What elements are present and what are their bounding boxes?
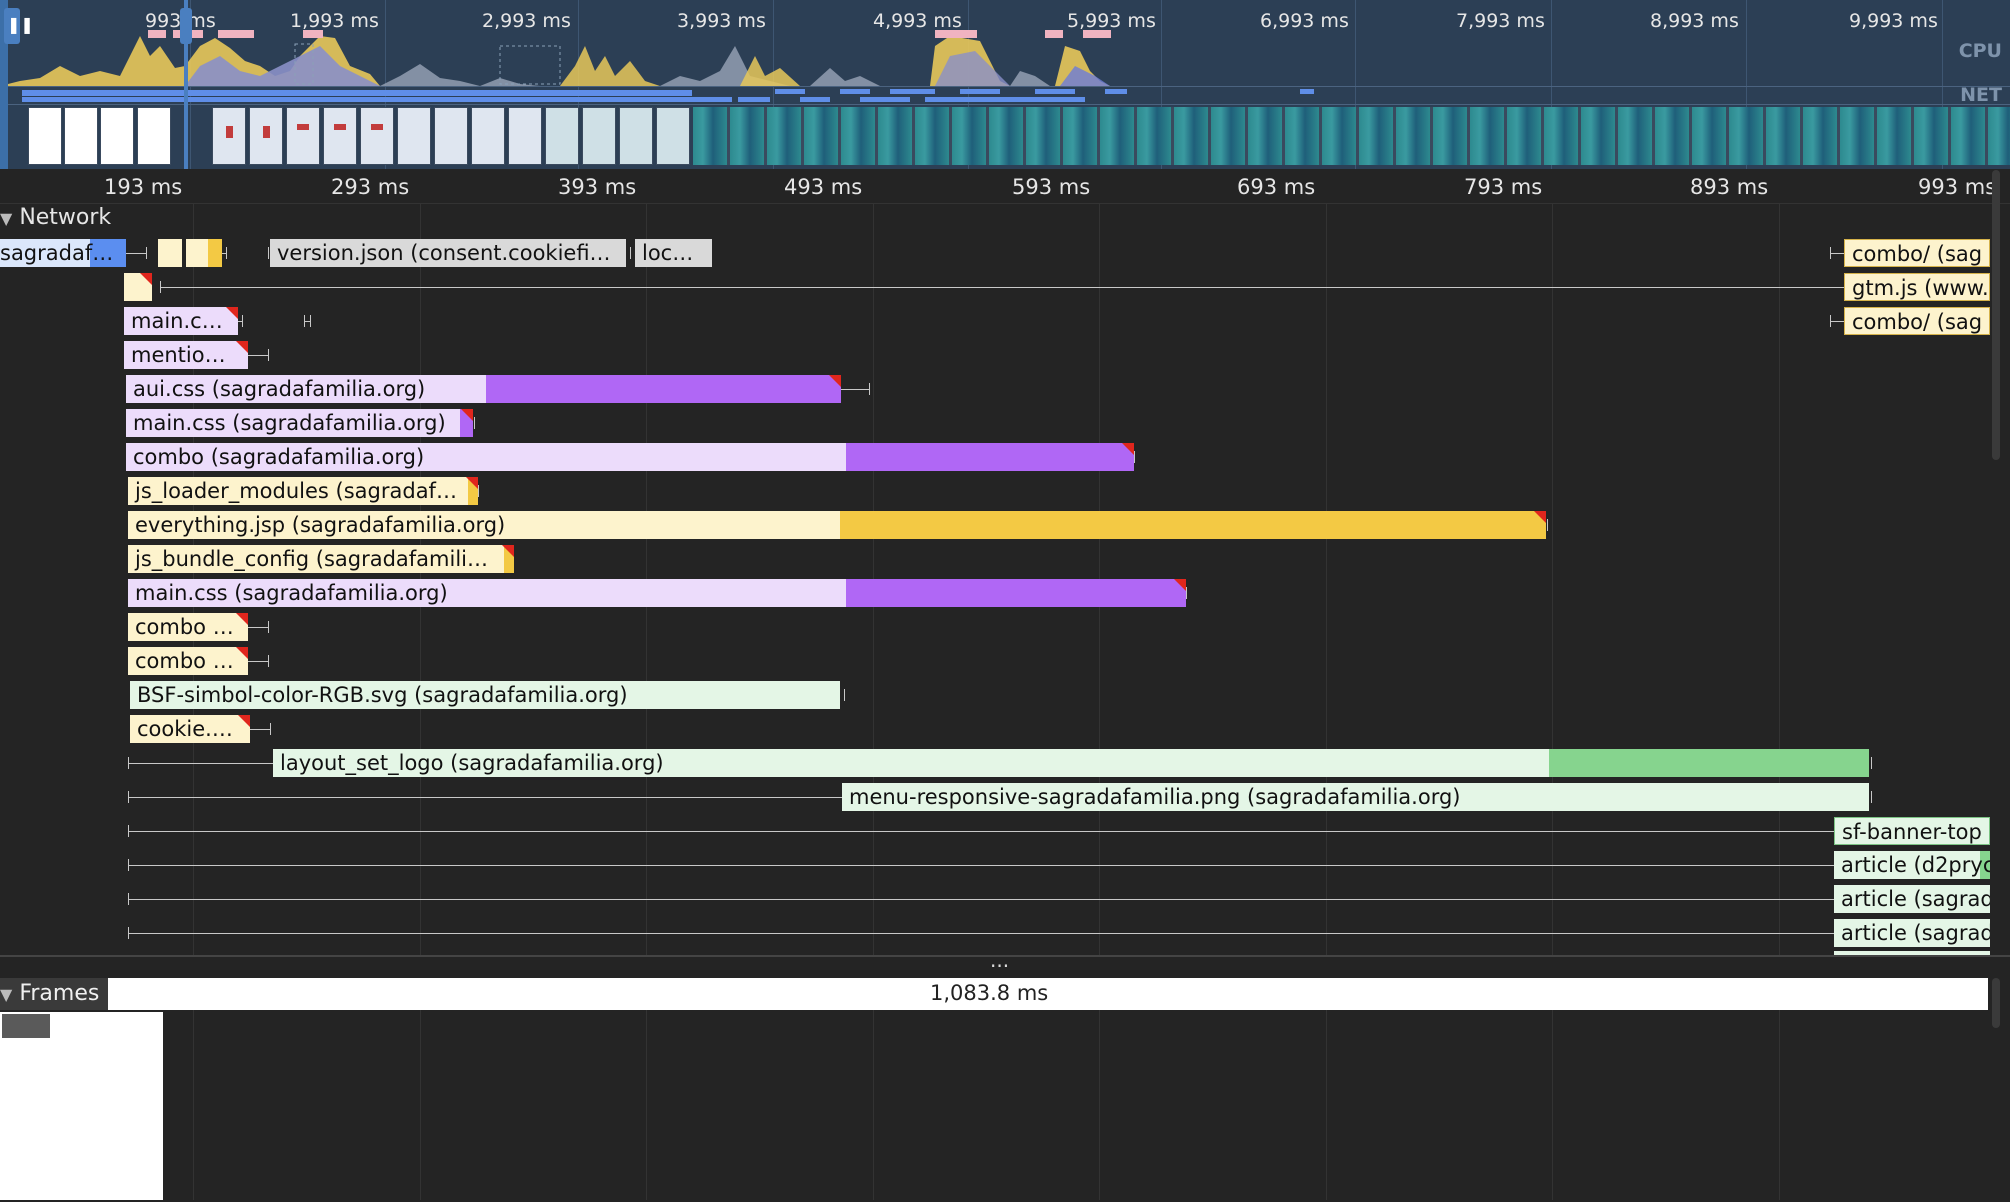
ruler-label: 393 ms (558, 175, 637, 199)
filmstrip-frame[interactable] (64, 107, 98, 165)
selection-right-handle[interactable] (180, 8, 192, 44)
filmstrip-frame[interactable] (508, 107, 542, 165)
network-track-title: Network (19, 205, 112, 230)
network-request-bar[interactable]: layout_set_logo (sagradafamilia.org) (273, 749, 1869, 777)
filmstrip-frame[interactable] (397, 107, 431, 165)
ruler-label: 193 ms (104, 175, 183, 199)
network-request-bar[interactable]: combo/ (sag (1844, 307, 1990, 335)
grid-line (1099, 1010, 1100, 1200)
filmstrip-frame[interactable] (100, 107, 134, 165)
filmstrip-frame[interactable] (137, 107, 171, 165)
pause-icon: ❚❚ (7, 15, 34, 34)
filmstrip-frame[interactable] (656, 107, 690, 165)
filmstrip-frame[interactable] (545, 107, 579, 165)
network-request-bar[interactable]: loc… (635, 239, 712, 267)
net-activity-bar (22, 90, 692, 96)
frames-track-title: Frames (19, 981, 100, 1006)
frame-duration-label: 1,083.8 ms (930, 981, 1049, 1005)
ruler-label: 293 ms (331, 175, 410, 199)
grid-line (1552, 1010, 1553, 1200)
network-request-bar[interactable]: aui.css (sagradafamilia.org) (126, 375, 841, 403)
grid-line (873, 1010, 874, 1200)
network-request-bar[interactable]: main.c… (124, 307, 238, 335)
network-request-bar[interactable]: combo … (128, 647, 248, 675)
grid-line (1326, 203, 1327, 955)
screenshot-filmstrip[interactable] (0, 105, 2010, 169)
ruler-label: 793 ms (1464, 175, 1543, 199)
network-request-bar[interactable]: js_loader_modules (sagradaf… (128, 477, 478, 505)
network-scrollbar[interactable] (1992, 170, 2000, 460)
selection-left-handle[interactable]: ❚❚ (4, 8, 34, 44)
network-request-bar[interactable]: article (d2pryc (1834, 851, 1990, 879)
frames-scrollbar[interactable] (1992, 978, 2000, 1028)
grid-line (1326, 1010, 1327, 1200)
network-request-bar[interactable]: BSF-simbol-color-RGB.svg (sagradafamilia… (130, 681, 840, 709)
time-ruler: 193 ms 293 ms 393 ms 493 ms 593 ms 693 m… (0, 169, 2010, 204)
network-request-bar[interactable]: combo (sagradafamilia.org) (126, 443, 1134, 471)
frames-track-header[interactable]: ▼ Frames (0, 978, 108, 1010)
grid-line (1779, 203, 1780, 955)
network-request-bar[interactable]: article (sagrad (1834, 919, 1990, 947)
grid-line (193, 1010, 194, 1200)
filmstrip-frame[interactable] (323, 107, 357, 165)
filmstrip-frames[interactable] (693, 107, 2010, 165)
filmstrip-frame[interactable] (582, 107, 616, 165)
filmstrip-frame[interactable] (360, 107, 394, 165)
network-request-bar[interactable]: version.json (consent.cookiefi… (270, 239, 626, 267)
timeline-overview[interactable]: 993 ms 1,993 ms 2,993 ms 3,993 ms 4,993 … (0, 0, 2010, 169)
network-request-bar[interactable] (158, 239, 182, 267)
grid-line (1552, 203, 1553, 955)
cpu-label: CPU (1958, 40, 2002, 62)
network-request-bar[interactable]: sf-banner-top (1834, 817, 1990, 845)
ruler-label: 493 ms (784, 175, 863, 199)
collapse-triangle-icon[interactable]: ▼ (0, 209, 12, 228)
network-request-bar[interactable] (124, 273, 152, 301)
network-request-bar[interactable]: main.css (sagradafamilia.org) (126, 409, 473, 437)
grid-line (646, 1010, 647, 1200)
filmstrip-frame[interactable] (249, 107, 283, 165)
network-request-bar[interactable]: gtm.js (www. (1844, 273, 1990, 301)
filmstrip-frame[interactable] (434, 107, 468, 165)
grid-line (1779, 1010, 1780, 1200)
filmstrip-frame[interactable] (471, 107, 505, 165)
ruler-label: 693 ms (1237, 175, 1316, 199)
frame-marker[interactable] (2, 1014, 50, 1038)
filmstrip-frame[interactable] (28, 107, 62, 165)
network-request-bar[interactable]: main.css (sagradafamilia.org) (128, 579, 1186, 607)
filmstrip-frame[interactable] (286, 107, 320, 165)
frame-block[interactable] (0, 1012, 163, 1200)
network-request-bar[interactable]: article (sagrad (1834, 885, 1990, 913)
ruler-label: 593 ms (1012, 175, 1091, 199)
ruler-label: 893 ms (1690, 175, 1769, 199)
overview-separator (0, 86, 2010, 87)
network-request-bar[interactable]: combo … (128, 613, 248, 641)
network-request-bar[interactable]: js_bundle_config (sagradafamili… (128, 545, 514, 573)
network-request-bar[interactable]: combo/ (sag (1844, 239, 1990, 267)
network-request-bar[interactable]: menu-responsive-sagradafamilia.png (sagr… (842, 783, 1869, 811)
network-track-header[interactable]: ▼ Network (0, 205, 111, 230)
network-request-bar[interactable]: cookie.… (130, 715, 250, 743)
network-request-bar[interactable]: everything.jsp (sagradafamilia.org) (128, 511, 1546, 539)
filmstrip-frame[interactable] (619, 107, 653, 165)
network-request-bar[interactable]: sagradaf… (0, 239, 126, 267)
net-label: NET (1960, 84, 2002, 106)
network-request-bar[interactable] (186, 239, 222, 267)
collapse-triangle-icon[interactable]: ▼ (0, 985, 12, 1004)
network-request-bar[interactable]: mentio… (124, 341, 248, 369)
ruler-label: 993 ms (1918, 175, 1997, 199)
net-activity-bar (22, 97, 732, 102)
filmstrip-frame[interactable] (212, 107, 246, 165)
grid-line (420, 1010, 421, 1200)
resize-handle-icon[interactable]: ... (990, 950, 1009, 970)
